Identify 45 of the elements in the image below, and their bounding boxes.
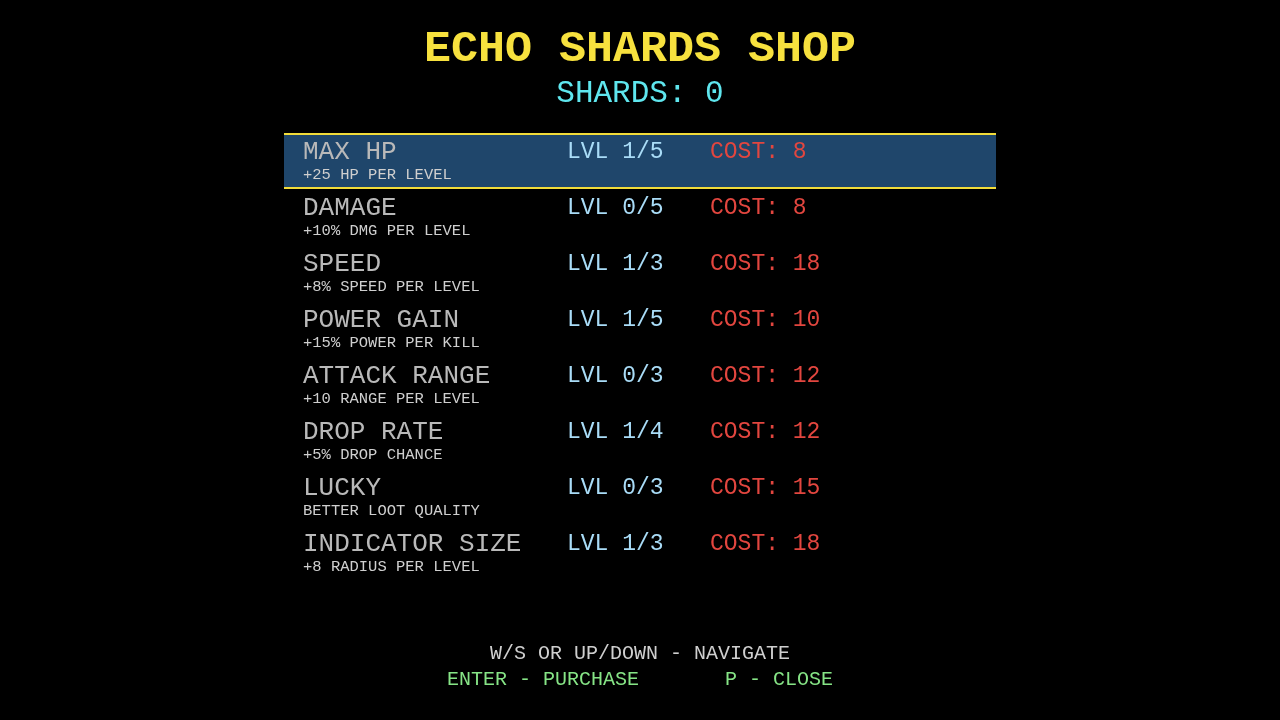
upgrade-row[interactable]: POWER GAIN +15% POWER PER KILL LVL 1/5 COST: 10 xyxy=(284,301,996,357)
upgrade-row[interactable]: SPEED +8% SPEED PER LEVEL LVL 1/3 COST: 18 xyxy=(284,245,996,301)
upgrade-level: LVL 1/3 xyxy=(567,251,664,277)
navigate-hint: W/S OR UP/DOWN - NAVIGATE xyxy=(489,643,791,665)
upgrade-cost: COST: 12 xyxy=(710,419,821,445)
upgrade-description: +10 RANGE PER LEVEL xyxy=(303,391,481,407)
upgrade-row[interactable]: DROP RATE +5% DROP CHANCE LVL 1/4 COST: 12 xyxy=(284,413,996,469)
upgrade-name: DAMAGE xyxy=(303,195,398,222)
upgrade-cost: COST: 8 xyxy=(710,139,807,165)
upgrade-level: LVL 0/3 xyxy=(567,363,664,389)
shop-title: ECHO SHARDS SHOP xyxy=(423,28,857,72)
upgrade-level: LVL 0/3 xyxy=(567,475,664,501)
upgrade-level: LVL 1/5 xyxy=(567,307,664,333)
upgrade-description: +8 RADIUS PER LEVEL xyxy=(303,559,481,575)
upgrade-description: +10% DMG PER LEVEL xyxy=(303,223,472,239)
upgrade-level: LVL 0/5 xyxy=(567,195,664,221)
upgrade-row[interactable]: MAX HP +25 HP PER LEVEL LVL 1/5 COST: 8 xyxy=(284,133,996,189)
upgrade-name: POWER GAIN xyxy=(303,307,461,334)
upgrade-cost: COST: 12 xyxy=(710,363,821,389)
upgrade-name: ATTACK RANGE xyxy=(303,363,492,390)
upgrade-level: LVL 1/5 xyxy=(567,139,664,165)
upgrade-cost: COST: 18 xyxy=(710,251,821,277)
upgrade-description: +15% POWER PER KILL xyxy=(303,335,481,351)
upgrade-name: DROP RATE xyxy=(303,419,445,446)
upgrade-description: +25 HP PER LEVEL xyxy=(303,167,453,183)
close-hint: P - CLOSE xyxy=(725,669,834,691)
upgrade-cost: COST: 15 xyxy=(710,475,821,501)
upgrade-description: +5% DROP CHANCE xyxy=(303,447,444,463)
upgrade-level: LVL 1/3 xyxy=(567,531,664,557)
upgrade-cost: COST: 18 xyxy=(710,531,821,557)
upgrade-description: +8% SPEED PER LEVEL xyxy=(303,279,481,295)
upgrade-row[interactable]: DAMAGE +10% DMG PER LEVEL LVL 0/5 COST: 8 xyxy=(284,189,996,245)
upgrade-name: SPEED xyxy=(303,251,382,278)
purchase-hint: ENTER - PURCHASE xyxy=(446,669,639,691)
upgrade-name: LUCKY xyxy=(303,475,382,502)
upgrade-row[interactable]: INDICATOR SIZE +8 RADIUS PER LEVEL LVL 1/3 COST: 18 xyxy=(284,525,996,581)
upgrade-name: INDICATOR SIZE xyxy=(303,531,523,558)
upgrade-description: BETTER LOOT QUALITY xyxy=(303,503,481,519)
upgrade-row[interactable]: ATTACK RANGE +10 RANGE PER LEVEL LVL 0/3 COST: 12 xyxy=(284,357,996,413)
upgrade-level: LVL 1/4 xyxy=(567,419,664,445)
upgrade-cost: COST: 8 xyxy=(710,195,807,221)
shard-count: SHARDS: 0 xyxy=(556,78,724,110)
upgrade-cost: COST: 10 xyxy=(710,307,821,333)
upgrade-row[interactable]: LUCKY BETTER LOOT QUALITY LVL 0/3 COST: 15 xyxy=(284,469,996,525)
upgrade-name: MAX HP xyxy=(303,139,398,166)
